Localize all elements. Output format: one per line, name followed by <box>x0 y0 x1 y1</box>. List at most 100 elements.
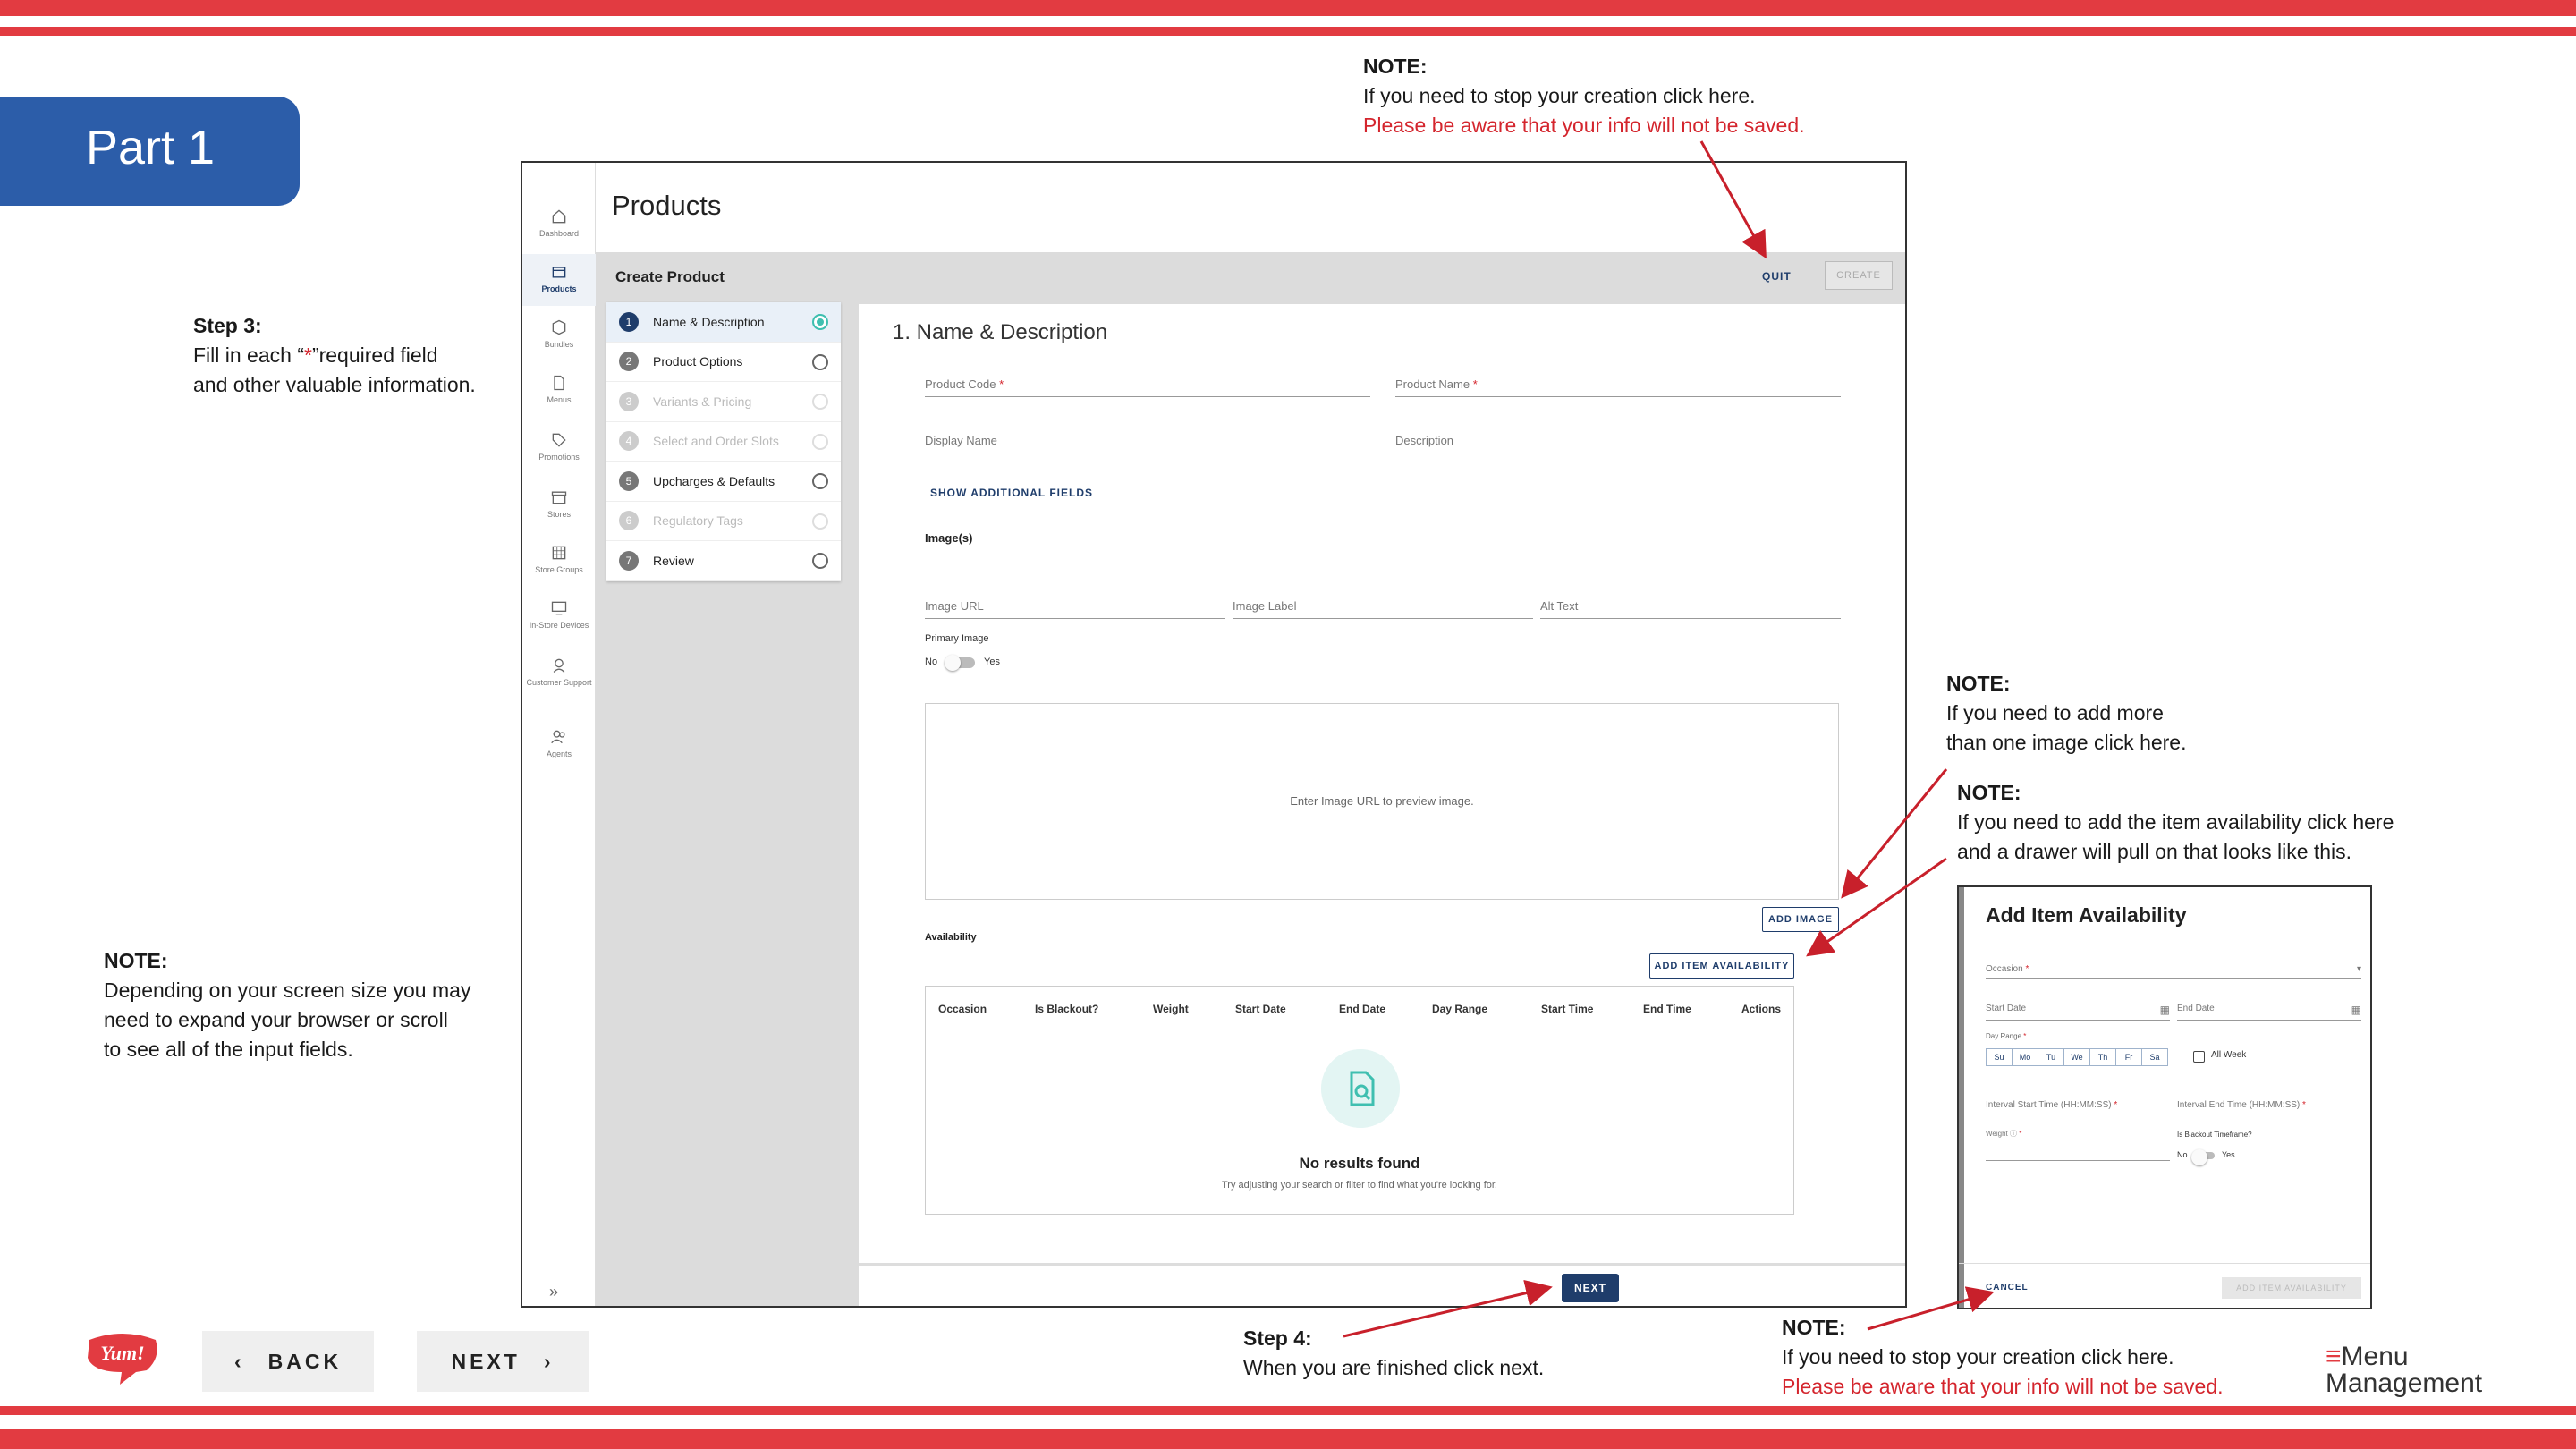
day-button[interactable]: Tu <box>2038 1048 2064 1066</box>
footer-divider <box>859 1263 1905 1266</box>
day-button[interactable]: Th <box>2089 1048 2116 1066</box>
images-label: Image(s) <box>925 531 973 545</box>
tag-icon <box>552 433 566 447</box>
sidebar-item-label: Agents <box>546 750 572 758</box>
display-name-field[interactable]: Display Name <box>925 434 1370 453</box>
availability-note: NOTE: If you need to add the item availa… <box>1957 781 2394 863</box>
occasion-select[interactable]: Occasion * ▾ <box>1986 964 2361 979</box>
weight-field[interactable]: Weight ⓘ * <box>1986 1129 2170 1161</box>
add-item-availability-button[interactable]: ADD ITEM AVAILABILITY <box>1649 953 1794 979</box>
calendar-icon[interactable]: ▦ <box>2351 1004 2361 1016</box>
blackout-toggle[interactable] <box>2191 1149 2215 1165</box>
day-button[interactable]: Mo <box>2012 1048 2038 1066</box>
table-header: End Time <box>1643 1003 1691 1015</box>
day-button[interactable]: Sa <box>2141 1048 2168 1066</box>
monitor-icon <box>551 601 567 615</box>
product-code-field[interactable]: Product Code * <box>925 377 1370 397</box>
end-date-field[interactable]: End Date ▦ <box>2177 1004 2361 1021</box>
step-number: 1 <box>619 311 639 332</box>
blackout-label: Is Blackout Timeframe? <box>2177 1131 2252 1139</box>
sidebar-item-label: Products <box>541 284 577 293</box>
drawer-title: Add Item Availability <box>1986 903 2187 927</box>
table-header: Start Date <box>1235 1003 1286 1015</box>
home-icon <box>552 209 566 224</box>
sidebar-item-label: Store Groups <box>535 565 583 574</box>
people-icon <box>551 730 565 744</box>
support-icon <box>553 658 565 673</box>
sidebar-item-label: Menus <box>547 395 572 404</box>
primary-image-toggle[interactable] <box>945 655 975 671</box>
image-label-field[interactable]: Image Label <box>1233 599 1533 619</box>
table-header: Start Time <box>1541 1003 1594 1015</box>
sidebar-item-label: Dashboard <box>538 229 580 238</box>
cancel-note: NOTE: If you need to stop your creation … <box>1782 1316 2224 1398</box>
table-header: Occasion <box>938 1003 987 1015</box>
interval-start-field[interactable]: Interval Start Time (HH:MM:SS) * <box>1986 1100 2170 1114</box>
show-additional-fields-button[interactable]: SHOW ADDITIONAL FIELDS <box>930 487 1093 499</box>
add-image-note: NOTE: If you need to add more than one i… <box>1946 672 2187 754</box>
day-range-buttons: Su Mo Tu We Th Fr Sa <box>1986 1048 2168 1066</box>
step-item[interactable]: 7 Review <box>606 541 841 581</box>
empty-subtitle: Try adjusting your search or filter to f… <box>1221 1180 1497 1191</box>
sidebar-item-menus[interactable]: Menus <box>522 374 596 420</box>
table-header: End Date <box>1339 1003 1386 1015</box>
day-button[interactable]: We <box>2063 1048 2090 1066</box>
add-image-button[interactable]: ADD IMAGE <box>1762 907 1839 932</box>
day-button[interactable]: Fr <box>2115 1048 2142 1066</box>
step-number: 4 <box>619 431 639 452</box>
create-button[interactable]: CREATE <box>1825 261 1893 290</box>
table-header: Is Blackout? <box>1035 1003 1099 1015</box>
day-button[interactable]: Su <box>1986 1048 2012 1066</box>
yum-logo: Yum! <box>88 1334 157 1385</box>
sidebar-item-products[interactable]: Products <box>522 254 596 306</box>
step-item[interactable]: 5 Upcharges & Defaults <box>606 462 841 502</box>
bar-title: Create Product <box>615 268 724 285</box>
step-item[interactable]: 3 Variants & Pricing <box>606 382 841 422</box>
step-label: Name & Description <box>653 314 765 329</box>
step-item[interactable]: 1 Name & Description <box>606 302 841 343</box>
step-label: Regulatory Tags <box>653 513 743 529</box>
back-button[interactable]: ‹ BACK <box>202 1331 374 1392</box>
next-nav-button[interactable]: NEXT › <box>417 1331 589 1392</box>
sidebar-item-in-store-devices[interactable]: In-Store Devices <box>522 599 596 646</box>
drawer-cancel-button[interactable]: CANCEL <box>1986 1283 2029 1292</box>
step-radio-icon <box>812 473 828 489</box>
quit-button[interactable]: QUIT <box>1762 270 1792 283</box>
step-item[interactable]: 4 Select and Order Slots <box>606 422 841 462</box>
step-radio-icon <box>812 513 828 530</box>
calendar-icon[interactable]: ▦ <box>2160 1004 2170 1016</box>
table-header: Actions <box>1741 1003 1782 1015</box>
sidebar-item-promotions[interactable]: Promotions <box>522 431 596 478</box>
alt-text-field[interactable]: Alt Text <box>1540 599 1841 619</box>
step-radio-icon <box>812 433 828 450</box>
availability-label: Availability <box>925 932 977 943</box>
create-product-bar <box>596 252 1905 304</box>
sidebar-item-store-groups[interactable]: Store Groups <box>522 544 596 590</box>
sidebar-item-label: Customer Support <box>526 678 592 687</box>
step-number: 6 <box>619 511 639 531</box>
sidebar-item-label: In-Store Devices <box>529 621 589 630</box>
image-url-field[interactable]: Image URL <box>925 599 1225 619</box>
interval-end-field[interactable]: Interval End Time (HH:MM:SS) * <box>2177 1100 2361 1114</box>
cube-icon <box>552 319 566 335</box>
step4-note: Step 4: When you are finished click next… <box>1243 1326 1545 1379</box>
step-item[interactable]: 2 Product Options <box>606 343 841 382</box>
menu-management-logo: ≡Menu Management <box>2326 1342 2483 1398</box>
top-stripe-thick <box>0 0 2576 16</box>
sidebar-item-bundles[interactable]: Bundles <box>522 318 596 365</box>
step-item[interactable]: 6 Regulatory Tags <box>606 502 841 541</box>
sidebar-item-stores[interactable]: Stores <box>522 488 596 535</box>
store-icon <box>551 491 567 504</box>
product-name-field[interactable]: Product Name * <box>1395 377 1841 397</box>
sidebar-item-customer-support[interactable]: Customer Support <box>522 657 596 703</box>
sidebar-item-dashboard[interactable]: Dashboard <box>522 208 596 254</box>
drawer-add-availability-button[interactable]: ADD ITEM AVAILABILITY <box>2222 1277 2361 1299</box>
start-date-field[interactable]: Start Date ▦ <box>1986 1004 2170 1021</box>
all-week-checkbox[interactable] <box>2193 1051 2205 1063</box>
sidebar-item-agents[interactable]: Agents <box>522 728 596 775</box>
next-button[interactable]: NEXT <box>1562 1274 1619 1302</box>
table-header: Weight <box>1153 1003 1189 1015</box>
expand-sidebar-icon[interactable]: » <box>549 1283 558 1301</box>
blackout-yes: Yes <box>2222 1150 2235 1159</box>
description-field[interactable]: Description <box>1395 434 1841 453</box>
